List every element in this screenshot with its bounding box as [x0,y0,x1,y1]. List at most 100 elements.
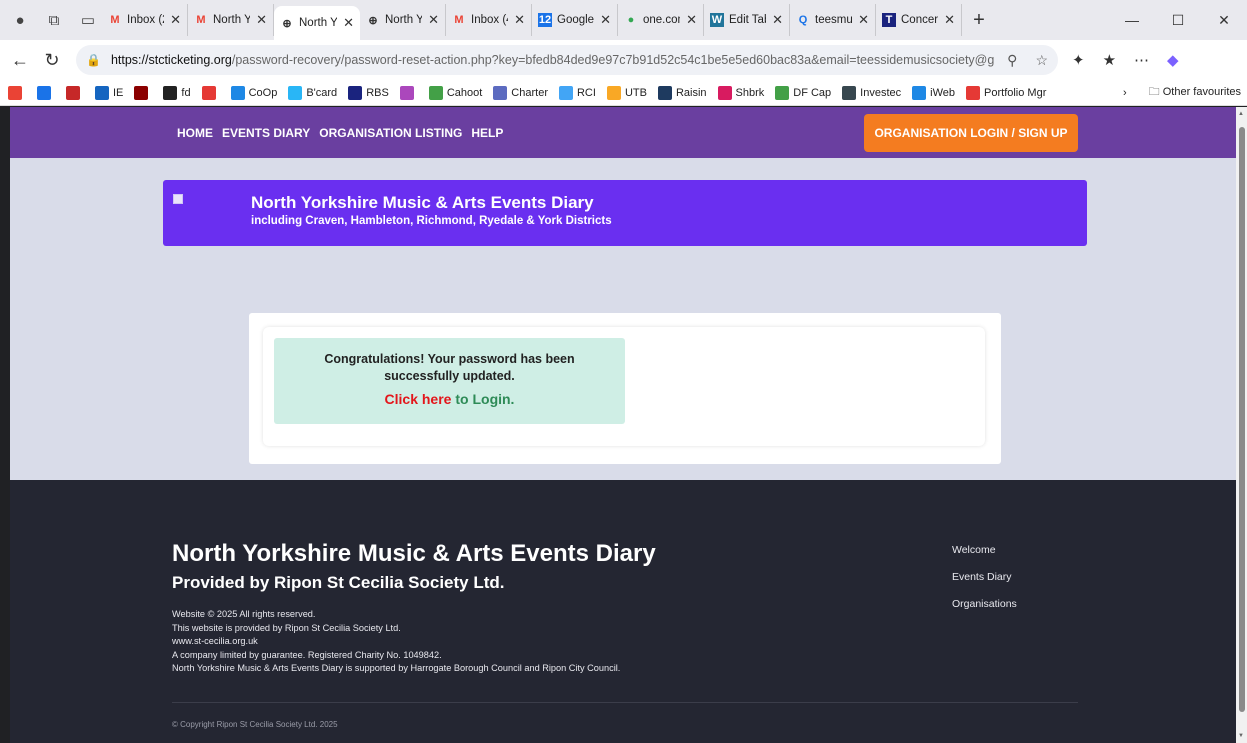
close-tab-icon[interactable]: ✕ [256,12,267,28]
browser-tab[interactable]: W Edit Tabl ✕ [704,4,790,36]
footer-link-organisations[interactable]: Organisations [952,598,1017,610]
bookmark-item[interactable] [201,85,220,100]
broken-image-icon [173,194,183,204]
tab-label: North Yo [213,14,251,26]
minimize-icon[interactable]: — [1109,0,1155,40]
bookmark-item[interactable]: UTB [606,85,647,100]
browser-tab[interactable]: ⊕ North Yo ✕ [274,6,360,40]
nav-link-help[interactable]: HELP [471,126,503,140]
organisation-login-button[interactable]: ORGANISATION LOGIN / SIGN UP [864,114,1078,152]
close-tab-icon[interactable]: ✕ [772,12,783,28]
footer-copyright: © Copyright Ripon St Cecilia Society Ltd… [172,720,338,729]
bookmark-item[interactable]: RCI [558,85,596,100]
browser-tab[interactable]: Qteesmusi ✕ [790,4,876,36]
bookmark-item[interactable]: B'card [288,85,337,100]
footer-link-welcome[interactable]: Welcome [952,544,1017,556]
tab-label: North Yo [299,17,337,29]
bookmark-item[interactable] [8,85,26,100]
bookmark-item[interactable]: Cahoot [428,85,483,100]
bookmark-item[interactable]: fd [163,85,191,100]
browser-tab[interactable]: ● one.com ✕ [618,4,704,36]
more-bookmarks-chevron-icon[interactable]: › [1123,87,1127,99]
santander-icon [201,85,216,100]
nav-link-home[interactable]: HOME [177,126,213,140]
browser-tab[interactable]: M Inbox (22 ✕ [102,4,188,36]
click-here-link[interactable]: Click here [385,391,452,407]
scrollbar-thumb[interactable] [1239,127,1245,712]
bookmark-item[interactable]: iWeb [912,85,956,100]
scroll-down-icon[interactable]: ▼ [1238,733,1244,739]
browser-tab[interactable]: 12 Google C ✕ [532,4,618,36]
nav-link-events-diary[interactable]: EVENTS DIARY [222,126,310,140]
other-favourites[interactable]: 🗀 Other favourites [1149,83,1241,102]
other-favourites-label: Other favourites [1162,86,1241,98]
bookmark-item[interactable]: Portfolio Mgr [966,85,1046,100]
footer-divider [172,702,1078,703]
back-icon[interactable]: ← [4,50,36,71]
profile-icon[interactable]: ● [6,6,34,34]
close-window-icon[interactable]: ✕ [1201,0,1247,40]
tab-label: Edit Tabl [729,14,766,26]
nav-link-organisation-listing[interactable]: ORGANISATION LISTING [319,126,462,140]
favorites-icon[interactable]: ★ [1103,51,1116,69]
bookmark-item[interactable]: Charter [493,85,548,100]
page-scrollbar[interactable]: ▲ ▼ [1236,107,1247,743]
site-navbar: HOME EVENTS DIARY ORGANISATION LISTING HELP… [10,107,1236,158]
browser-tab[interactable]: M Inbox (4 ✕ [446,4,532,36]
footer-title: North Yorkshire Music & Arts Events Diar… [172,540,656,567]
bookmark-label: CoOp [248,86,278,99]
close-tab-icon[interactable]: ✕ [600,12,611,28]
workspaces-icon[interactable]: ⧉ [40,6,68,34]
iweb-icon [912,85,927,100]
bookmark-item[interactable]: Shbrk [717,85,764,100]
new-tab-button[interactable]: + [966,9,992,32]
bookmark-item[interactable]: RBS [348,85,389,100]
zoom-icon[interactable]: ⚲ [1007,52,1017,69]
maximize-icon[interactable]: ☐ [1155,0,1201,40]
bookmark-label: RCI [576,86,596,99]
more-icon[interactable]: ⋯ [1134,51,1149,69]
bookmark-item[interactable] [66,85,84,100]
tab-actions-icon[interactable]: ▭ [74,6,102,34]
bookmark-label: iWeb [930,86,956,99]
bookmark-label: DF Cap [793,86,832,99]
extensions-icon[interactable]: ✦ [1072,51,1085,69]
close-tab-icon[interactable]: ✕ [944,12,955,28]
bookmark-item[interactable] [399,85,418,100]
bookmark-item[interactable]: DF Cap [775,85,832,100]
address-bar[interactable]: 🔒 https://stcticketing.org /password-rec… [76,45,1058,75]
refresh-icon[interactable]: ↻ [36,50,68,71]
footer-link-events-diary[interactable]: Events Diary [952,571,1017,583]
close-tab-icon[interactable]: ✕ [858,12,869,28]
copilot-icon[interactable]: ◆ [1167,51,1179,69]
banner-title: North Yorkshire Music & Arts Events Diar… [251,193,594,212]
bookmark-item[interactable]: Raisin [657,85,707,100]
content-card: Congratulations! Your password has been … [263,327,985,446]
bookmark-item[interactable]: IE [95,85,123,100]
bookmark-label: Cahoot [446,86,483,99]
bookmark-item[interactable]: Investec [842,85,901,100]
bookmark-label: Charter [511,86,548,99]
close-tab-icon[interactable]: ✕ [170,12,181,28]
calendar-icon: 12 [538,13,552,27]
search-icon: Q [798,14,808,26]
bookmark-label: Raisin [675,86,707,99]
gmail-icon: M [454,14,464,26]
bookmark-item[interactable] [37,85,55,100]
raisin-icon [657,85,672,100]
close-tab-icon[interactable]: ✕ [686,12,697,28]
bookmark-item[interactable]: CoOp [230,85,278,100]
site-info-icon[interactable]: 🔒 [86,53,101,67]
scroll-up-icon[interactable]: ▲ [1238,111,1244,117]
favorite-star-icon[interactable]: ☆ [1035,52,1048,69]
url-path: /password-recovery/password-reset-action… [231,53,996,67]
close-tab-icon[interactable]: ✕ [343,15,354,31]
close-tab-icon[interactable]: ✕ [428,12,439,28]
utb-icon [606,85,621,100]
browser-tab[interactable]: M North Yo ✕ [188,4,274,36]
close-tab-icon[interactable]: ✕ [514,12,525,28]
browser-tabstrip: ● ⧉ ▭ M Inbox (22 ✕ M North Yo ✕ ⊕ North Yo ✕ ⊕ No… [0,0,1247,40]
browser-tab[interactable]: T Concert ✕ [876,4,962,36]
bookmark-item[interactable] [134,85,152,100]
browser-tab[interactable]: ⊕ North Yo ✕ [360,4,446,36]
